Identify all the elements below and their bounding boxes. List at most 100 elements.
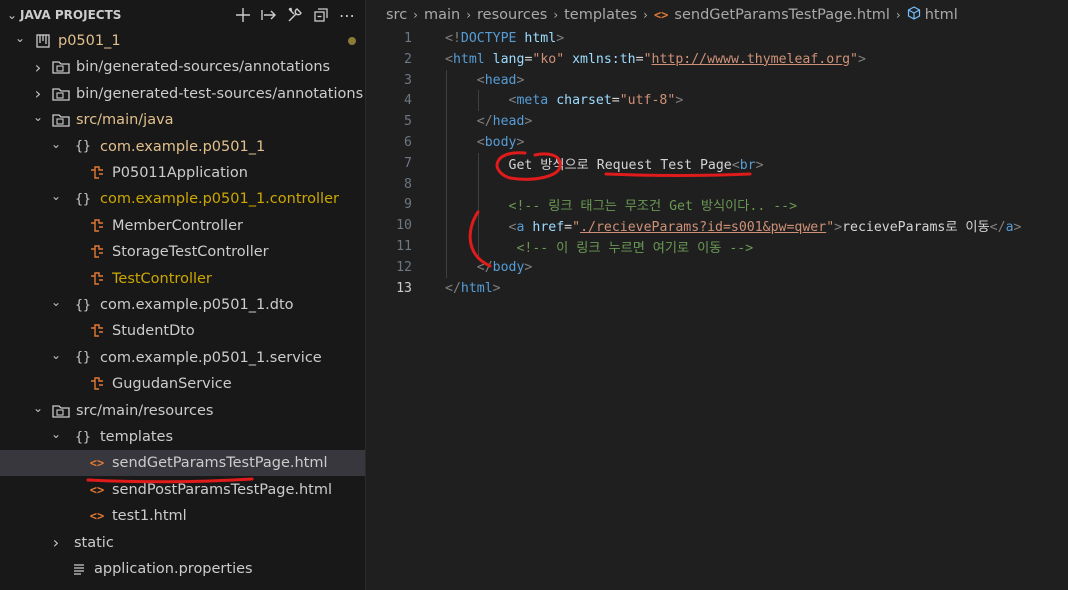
- breadcrumb-templates[interactable]: templates: [564, 7, 637, 23]
- package-icon: {}: [75, 350, 91, 366]
- chevron-down-icon[interactable]: ⌄: [48, 294, 64, 310]
- folder-lib-icon: [52, 111, 70, 129]
- html-file-icon: <>: [89, 509, 105, 524]
- chevron-down-icon[interactable]: ⌄: [48, 188, 64, 204]
- package-icon: {}: [75, 429, 91, 445]
- html-file-icon: <>: [89, 482, 105, 497]
- project-icon: [34, 32, 52, 50]
- breadcrumb-resources[interactable]: resources: [477, 7, 547, 23]
- tree-item-label: StudentDto: [112, 323, 195, 340]
- tree-item[interactable]: ⌄ {} com.example.p0501_1.dto: [0, 292, 365, 318]
- package-icon: {}: [75, 297, 91, 313]
- tree-item[interactable]: ⌄ {} templates: [0, 424, 365, 450]
- tree-item-label: com.example.p0501_1.service: [100, 349, 322, 366]
- code-text: <head>: [476, 72, 525, 88]
- tree-item-label: com.example.p0501_1.controller: [100, 191, 339, 208]
- chevron-down-icon[interactable]: ⌄: [4, 7, 20, 23]
- code-line[interactable]: 4 <meta charset="utf-8">: [367, 90, 1067, 111]
- code-line[interactable]: 3 <head>: [367, 70, 1067, 91]
- tree-item[interactable]: ⌄ {} com.example.p0501_1.service: [0, 345, 365, 371]
- tree-item-label: static: [74, 534, 114, 551]
- tree-item[interactable]: › bin/generated-sources/annotations: [0, 54, 365, 80]
- collapse-all-icon[interactable]: [311, 5, 331, 25]
- chevron-right-icon[interactable]: ›: [48, 533, 64, 552]
- breadcrumb-src[interactable]: src: [386, 7, 407, 23]
- tree-item-label: sendGetParamsTestPage.html: [112, 455, 328, 472]
- line-number: 4: [404, 93, 412, 109]
- breadcrumb-main[interactable]: main: [424, 7, 460, 23]
- code-text: Get 방식으로 Request Test Page<br>: [508, 157, 764, 173]
- tree-item[interactable]: ⌄ {} com.example.p0501_1: [0, 134, 365, 160]
- tree-item[interactable]: StudentDto: [0, 318, 365, 344]
- tree-item[interactable]: › static: [0, 530, 365, 556]
- breadcrumb-file[interactable]: sendGetParamsTestPage.html: [674, 7, 890, 23]
- code-line[interactable]: 2 <html lang="ko" xmlns:th="http://wwww.t…: [367, 49, 1067, 70]
- code-line[interactable]: 6 <body>: [367, 132, 1067, 153]
- tree-item[interactable]: StorageTestController: [0, 239, 365, 265]
- code-line[interactable]: 12 </body>: [367, 257, 1067, 278]
- code-line[interactable]: 10 <a href="./recieveParams?id=s001&pw=q…: [367, 215, 1067, 236]
- panel-title: JAVA PROJECTS: [20, 8, 122, 22]
- code-line[interactable]: 9 <!-- 링크 태그는 무조건 Get 방식이다.. -->: [367, 194, 1067, 215]
- tree-item[interactable]: ⌄ {} com.example.p0501_1.controller: [0, 186, 365, 212]
- tools-icon[interactable]: [285, 5, 305, 25]
- code-text: <!-- 링크 태그는 무조건 Get 방식이다.. -->: [508, 199, 798, 215]
- line-number: 9: [404, 197, 412, 213]
- chevron-down-icon[interactable]: ⌄: [12, 30, 28, 46]
- line-number: 6: [404, 135, 412, 150]
- code-line[interactable]: 8: [367, 174, 1067, 195]
- chevron-right-icon: ›: [643, 8, 648, 22]
- code-text: <html lang="ko" xmlns:th="http://wwww.th…: [445, 51, 866, 67]
- java-class-icon: [88, 322, 106, 340]
- chevron-down-icon[interactable]: ⌄: [48, 136, 64, 152]
- breadcrumb: src › main › resources › templates › <> …: [367, 0, 1068, 30]
- java-class-icon: [88, 217, 106, 235]
- line-number: 12: [396, 259, 412, 275]
- code-line[interactable]: 11 <!-- 이 링크 누르면 여기로 이동 -->: [367, 236, 1067, 257]
- tree-item[interactable]: <> sendPostParamsTestPage.html: [0, 477, 365, 503]
- tree-item[interactable]: P05011Application: [0, 160, 365, 186]
- plus-icon[interactable]: [233, 5, 253, 25]
- tree-item-label: src/main/resources: [76, 402, 214, 419]
- tree-item[interactable]: <>sendGetParamsTestPage.html+: [0, 450, 365, 477]
- chevron-down-icon[interactable]: ⌄: [48, 347, 64, 363]
- tree-item[interactable]: ⌄ p0501_1: [0, 28, 365, 54]
- code-text: <body>: [476, 135, 525, 150]
- code-editor[interactable]: 1 <!DOCTYPE html> 2 <html lang="ko" xmlns:t…: [367, 28, 1068, 590]
- tree-item[interactable]: GugudanService: [0, 371, 365, 397]
- indent-guide: [446, 70, 447, 278]
- tree-item-label: p0501_1: [58, 33, 121, 49]
- code-line[interactable]: 7 Get 방식으로 Request Test Page<br>: [367, 153, 1067, 174]
- tree-item[interactable]: ⌄ src/main/resources: [0, 398, 365, 424]
- package-icon: {}: [75, 139, 91, 155]
- tree-item[interactable]: TestController1: [0, 266, 365, 292]
- tree-item-label: src/main/java: [76, 112, 174, 129]
- chevron-right-icon[interactable]: ›: [30, 58, 46, 77]
- chevron-down-icon[interactable]: ⌄: [48, 426, 64, 442]
- tree-item[interactable]: application.properties: [0, 556, 365, 582]
- code-text: <!DOCTYPE html>: [445, 31, 565, 46]
- chevron-down-icon[interactable]: ⌄: [30, 109, 46, 125]
- more-icon[interactable]: ⋯: [337, 5, 357, 25]
- tree-item[interactable]: › bin/generated-test-sources/annotations: [0, 81, 365, 107]
- chevron-right-icon[interactable]: ›: [30, 84, 46, 103]
- code-line[interactable]: 5 </head>: [367, 111, 1067, 132]
- code-line[interactable]: 1 <!DOCTYPE html>: [367, 28, 1067, 49]
- tree-item[interactable]: ⌄ src/main/java: [0, 107, 365, 133]
- breadcrumb-symbol[interactable]: html: [925, 7, 958, 23]
- tree-item[interactable]: <> test1.html: [0, 503, 365, 529]
- panel-header: ⌄ JAVA PROJECTS ⋯: [0, 0, 365, 30]
- line-number: 3: [404, 72, 412, 88]
- tree-item[interactable]: MemberController: [0, 213, 365, 239]
- tree-item-label: P05011Application: [112, 165, 248, 181]
- tree-item-label: GugudanService: [112, 376, 232, 393]
- folder-lib-icon: [52, 402, 70, 420]
- line-number: 2: [404, 51, 412, 67]
- line-number: 7: [404, 155, 412, 171]
- chevron-down-icon[interactable]: ⌄: [30, 400, 46, 416]
- code-line[interactable]: 13 </html>: [367, 278, 1067, 299]
- export-icon[interactable]: [259, 5, 279, 25]
- properties-icon: [70, 560, 88, 578]
